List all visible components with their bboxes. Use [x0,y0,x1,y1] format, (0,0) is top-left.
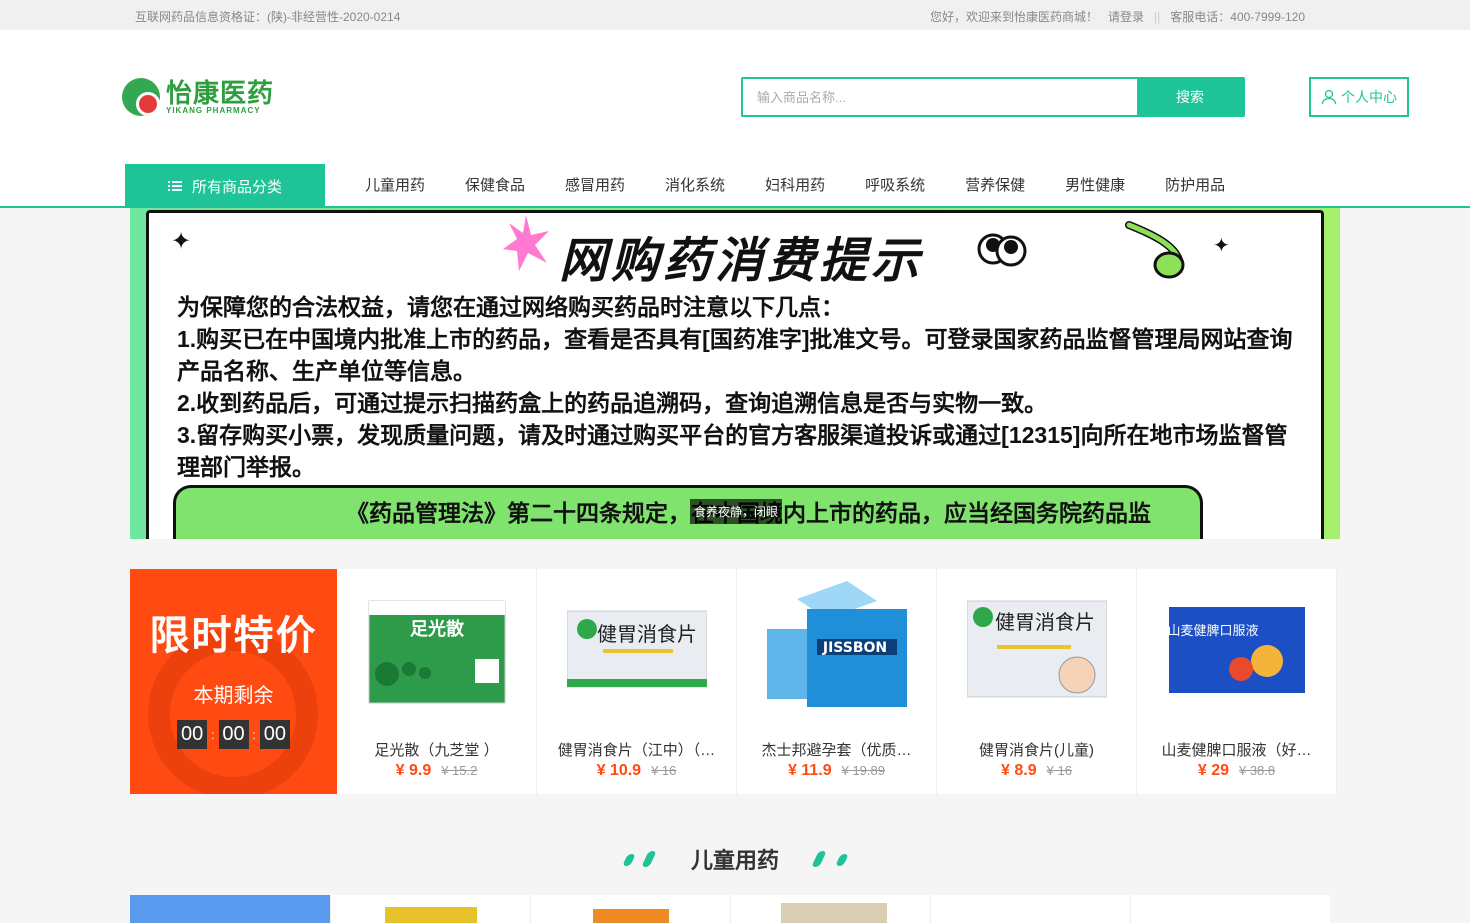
product-original-price: ¥ 16 [651,763,677,778]
nav-item-children-medicine[interactable]: 儿童用药 [365,174,425,195]
nav-item-health-food[interactable]: 保健食品 [465,174,525,195]
nav-item-digestive[interactable]: 消化系统 [665,174,725,195]
product-original-price: ¥ 16 [1046,763,1072,778]
eyes-icon [977,233,1027,267]
product-original-price: ¥ 38.8 [1238,763,1276,778]
user-icon [1321,89,1337,105]
svg-text:健胃消食片: 健胃消食片 [597,622,697,646]
top-bar: 互联网药品信息资格证：(陕)-非经营性-2020-0214 您好，欢迎来到怡康医… [0,0,1470,30]
site-logo[interactable]: 怡康医药 YIKANG PHARMACY [122,78,274,116]
search-input[interactable] [743,79,1137,115]
topbar-right: 您好，欢迎来到怡康医药商城！ 请登录 || 客服电话：400-7999-120 [930,8,1305,25]
nav-item-cold-medicine[interactable]: 感冒用药 [565,174,625,195]
product-original-price: ¥ 19.89 [841,763,885,778]
flash-sale-subtitle: 本期剩余 [193,685,274,707]
product-name[interactable]: 杰士邦避孕套（优质… [747,739,926,760]
burst-icon [503,215,549,271]
main-nav: 所有商品分类 儿童用药 保健食品 感冒用药 消化系统 妇科用药 呼吸系统 营养保… [0,164,1470,208]
banner-body: 为保障您的合法权益，请您在通过网络购买药品时注意以下几点： 1.购买已在中国境内… [177,291,1307,483]
search-bar: 搜索 [741,77,1245,117]
banner-intro: 为保障您的合法权益，请您在通过网络购买药品时注意以下几点： [177,294,844,320]
hotline-text: 客服电话：400-7999-120 [1170,10,1305,24]
banner-point-2: 2.收到药品后，可通过提示扫描药盒上的药品追溯码，查询追溯信息是否与实物一致。 [177,390,1048,416]
countdown-timer: 00 : 00 : 00 [130,720,337,749]
countdown-colon: : [211,727,215,742]
product-name[interactable]: 山麦健脾口服液（好… [1147,739,1326,760]
product-image: 足光散 [368,600,506,704]
header: 怡康医药 YIKANG PHARMACY 搜索 个人中心 所有商品分类 儿童用药… [0,30,1470,208]
product-card[interactable] [530,895,730,923]
flash-sale-panel: 限时特价 本期剩余 00 : 00 : 00 [130,569,337,794]
flash-sale-products: 足光散 足光散（九芝堂 ） ¥ 9.9 ¥ 15.2 健胃消食片 健胃消食片（江… [337,569,1337,794]
leaf-doodle-icon [1125,221,1185,279]
product-card[interactable] [730,895,930,923]
countdown-seconds: 00 [259,720,290,749]
product-card[interactable]: JISSBON 杰士邦避孕套（优质… ¥ 11.9 ¥ 19.89 [737,569,937,794]
product-image: 山麦健脾口服液 [1167,607,1305,693]
banner-point-1: 1.购买已在中国境内批准上市的药品，查看是否具有[国药准字]批准文号。可登录国家… [177,326,1293,384]
product-card[interactable] [1130,895,1330,923]
banner-tip: 《药品管理法》第二十四条规定，在中国境内上市的药品，应当经国务院药品监 [173,485,1203,539]
product-name[interactable]: 足光散（九芝堂 ） [347,739,526,760]
list-icon [167,181,182,191]
user-center-label: 个人中心 [1341,89,1397,105]
nav-item-respiratory[interactable]: 呼吸系统 [865,174,925,195]
banner-notice-card: ✦ ✦ 网购药消费提示 为保障您的合法权益，请您在通过网络购买药品时注意以下几点… [146,210,1324,539]
product-image: JISSBON [767,581,907,707]
logo-name: 怡康医药 [166,77,275,108]
logo-icon [122,78,160,116]
banner-caption: 食养夜静，闭眼 [690,499,783,524]
countdown-colon: : [252,727,256,742]
user-center-button[interactable]: 个人中心 [1309,77,1409,117]
product-card[interactable] [330,895,530,923]
product-card[interactable] [930,895,1130,923]
product-card[interactable]: 健胃消食片 健胃消食片(儿童) ¥ 8.9 ¥ 16 [937,569,1137,794]
banner-title: 网购药消费提示 [559,235,924,288]
product-price: ¥ 8.9 [1001,762,1037,779]
svg-text:健胃消食片: 健胃消食片 [995,610,1095,634]
product-image [593,909,669,923]
product-image: 健胃消食片 [567,610,707,688]
sparkle-icon: ✦ [1213,235,1230,257]
countdown-minutes: 00 [218,720,249,749]
section-banner[interactable] [130,895,330,923]
product-price: ¥ 10.9 [596,762,642,779]
login-link[interactable]: 请登录 [1108,8,1144,25]
nav-item-nutrition[interactable]: 营养保健 [965,174,1025,195]
banner-point-3: 3.留存购买小票，发现质量问题，请及时通过购买平台的官方客服渠道投诉或通过[12… [177,422,1288,480]
svg-text:JISSBON: JISSBON [822,640,887,656]
product-card[interactable]: 足光散 足光散（九芝堂 ） ¥ 9.9 ¥ 15.2 [337,569,537,794]
welcome-text: 您好，欢迎来到怡康医药商城！ [930,10,1099,24]
nav-items: 儿童用药 保健食品 感冒用药 消化系统 妇科用药 呼吸系统 营养保健 男性健康 … [365,174,1225,195]
product-price: ¥ 29 [1197,762,1229,779]
all-categories-label: 所有商品分类 [191,178,282,196]
product-image [781,903,887,923]
product-image: 健胃消食片 [967,600,1107,698]
license-text: 互联网药品信息资格证：(陕)-非经营性-2020-0214 [135,10,401,24]
svg-text:足光散: 足光散 [410,618,465,640]
product-price: ¥ 9.9 [395,762,432,779]
product-card[interactable]: 健胃消食片 健胃消食片（江中）（… ¥ 10.9 ¥ 16 [537,569,737,794]
product-original-price: ¥ 15.2 [441,763,478,778]
countdown-hours: 00 [177,720,208,749]
nav-item-protection[interactable]: 防护用品 [1165,174,1225,195]
product-price: ¥ 11.9 [788,762,832,779]
nav-item-mens-health[interactable]: 男性健康 [1065,174,1125,195]
product-card[interactable]: 山麦健脾口服液 山麦健脾口服液（好… ¥ 29 ¥ 38.8 [1137,569,1337,794]
separator: || [1154,9,1161,24]
nav-item-gynecology[interactable]: 妇科用药 [765,174,825,195]
product-image [385,907,477,923]
logo-english: YIKANG PHARMACY [166,105,261,115]
product-name[interactable]: 健胃消食片（江中）（… [547,739,726,760]
sparkle-icon: ✦ [171,228,192,255]
hero-banner[interactable]: ✦ ✦ 网购药消费提示 为保障您的合法权益，请您在通过网络购买药品时注意以下几点… [130,208,1340,539]
flash-sale-title: 限时特价 [149,614,318,658]
search-button[interactable]: 搜索 [1137,79,1243,115]
svg-text:山麦健脾口服液: 山麦健脾口服液 [1167,624,1258,639]
all-categories-button[interactable]: 所有商品分类 [125,164,325,208]
section-products-row [130,895,1333,923]
section-title: 儿童用药 [690,848,779,873]
product-name[interactable]: 健胃消食片(儿童) [947,739,1126,760]
